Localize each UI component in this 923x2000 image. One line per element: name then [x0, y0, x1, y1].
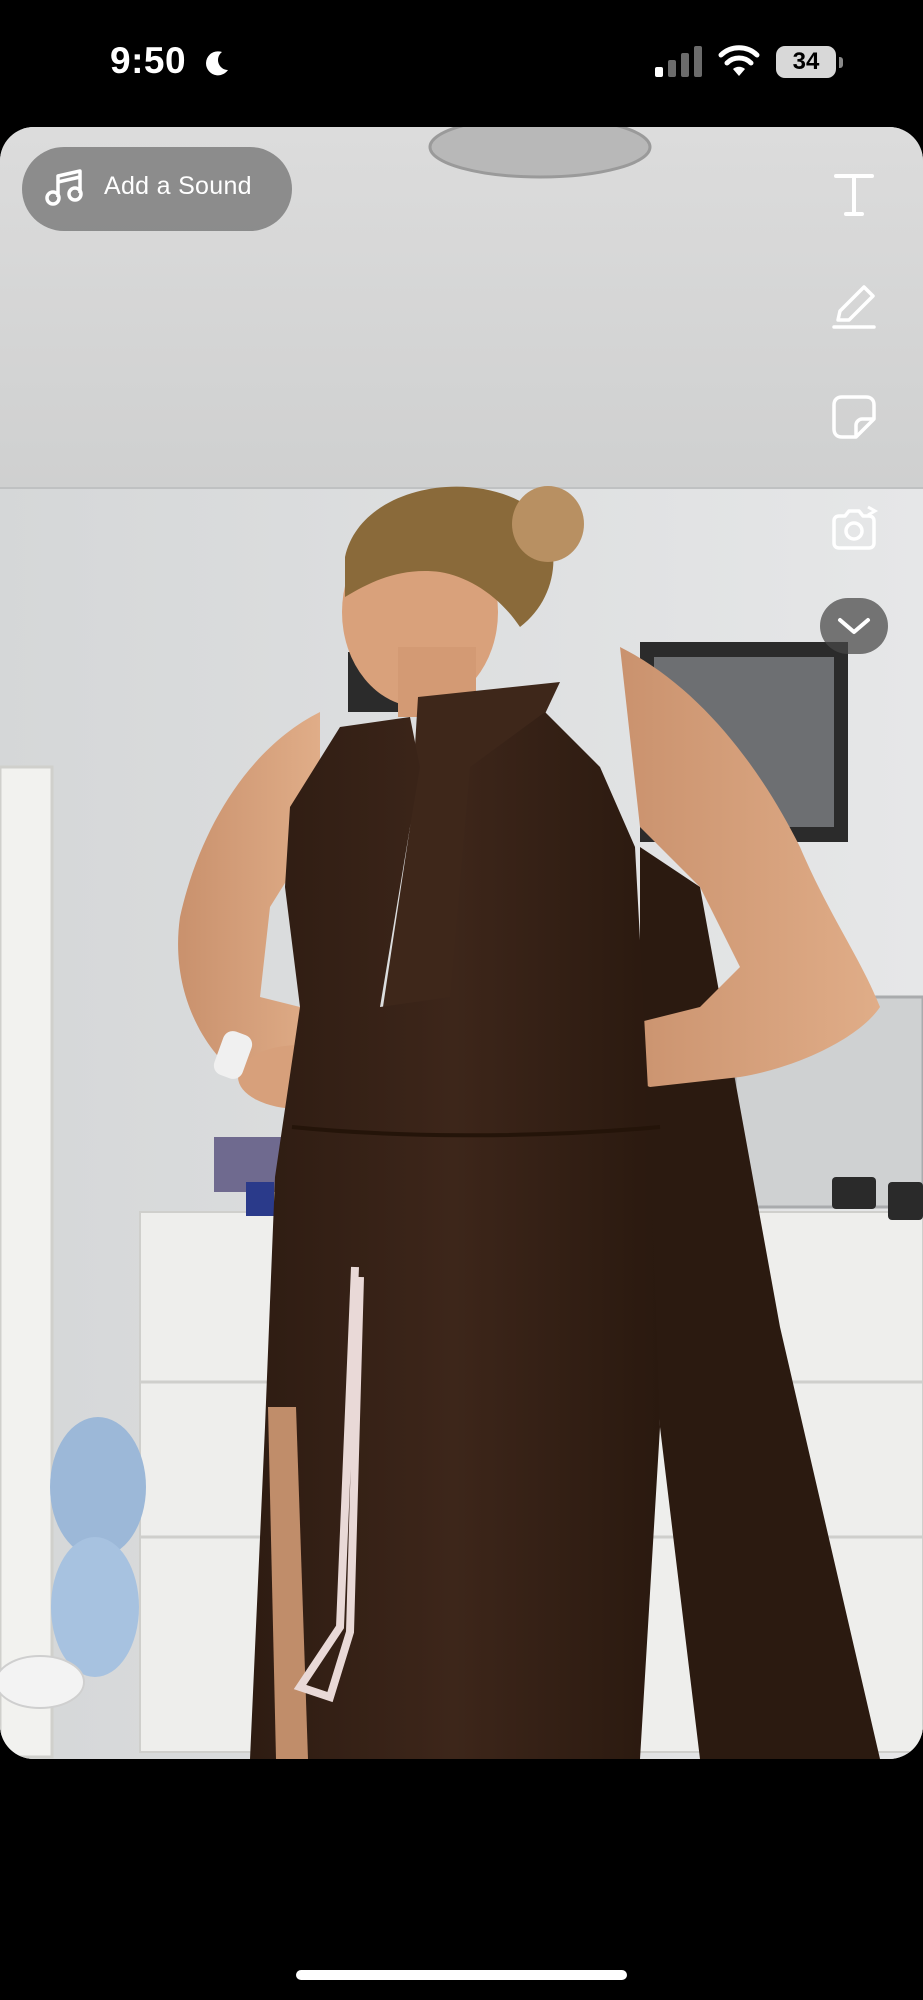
- cellular-signal-icon: [655, 46, 702, 77]
- status-bar: 9:50 34: [0, 0, 923, 125]
- more-tools-button[interactable]: [820, 598, 888, 654]
- battery-cap: [839, 57, 843, 68]
- photo-scene: [0, 127, 923, 1759]
- sticker-icon: [832, 395, 876, 439]
- music-note-icon: [45, 169, 83, 206]
- moon-icon: [206, 51, 228, 76]
- text-icon: [834, 174, 874, 216]
- camera-tool-button[interactable]: [824, 499, 884, 559]
- pencil-icon: [832, 285, 876, 329]
- snap-preview[interactable]: Add a Sound: [0, 127, 923, 1759]
- sticker-tool-button[interactable]: [824, 387, 884, 447]
- battery-indicator: 34: [776, 46, 843, 78]
- status-time: 9:50: [110, 40, 187, 81]
- draw-tool-button[interactable]: [824, 276, 884, 336]
- camera-flip-icon: [832, 505, 879, 550]
- chevron-down-icon: [838, 618, 870, 634]
- add-sound-label: Add a Sound: [104, 172, 252, 200]
- wifi-icon: [718, 45, 760, 76]
- add-sound-button[interactable]: Add a Sound: [22, 147, 292, 231]
- text-tool-button[interactable]: [824, 164, 884, 224]
- home-indicator[interactable]: [296, 1970, 627, 1980]
- battery-level: 34: [776, 46, 836, 78]
